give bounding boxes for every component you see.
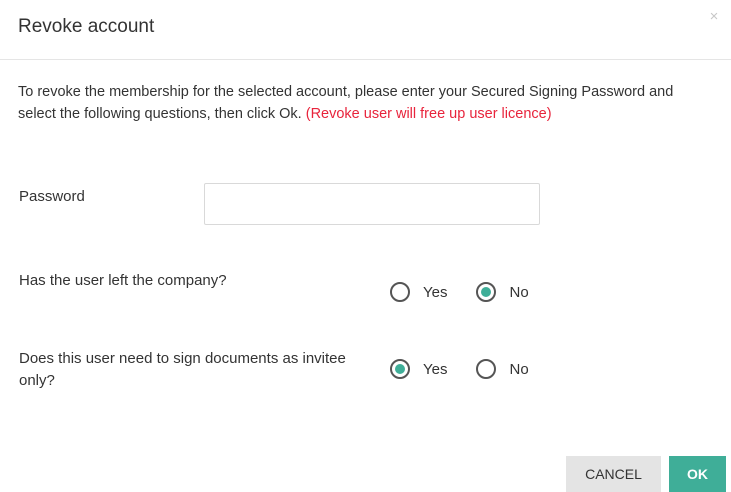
radio-checked-icon[interactable] [390,359,410,379]
question-invitee-only: Does this user need to sign documents as… [19,350,346,389]
question-left-company: Has the user left the company? [19,272,227,289]
password-input[interactable] [204,183,540,225]
radio-checked-icon[interactable] [476,282,497,302]
cancel-button[interactable]: CANCEL [566,456,661,492]
dialog-header: Revoke account × [0,0,731,60]
left-company-yes-label: Yes [423,283,448,301]
left-company-no-option[interactable]: No [476,282,529,302]
invitee-only-yes-label: Yes [423,360,448,378]
radio-unchecked-icon[interactable] [390,282,410,302]
ok-button[interactable]: OK [669,456,726,492]
invitee-only-radio-group: Yes No [390,359,529,379]
revoke-account-dialog: Revoke account × To revoke the membershi… [0,0,731,492]
licence-warning: (Revoke user will free up user licence) [305,106,552,122]
left-company-no-label: No [509,283,529,301]
password-label: Password [19,188,85,205]
left-company-radio-group: Yes No [390,282,529,302]
radio-unchecked-icon[interactable] [476,359,497,379]
close-icon[interactable]: × [705,8,723,26]
invitee-only-no-option[interactable]: No [476,359,529,379]
left-company-yes-option[interactable]: Yes [390,282,447,302]
invitee-only-no-label: No [509,360,529,378]
invitee-only-yes-option[interactable]: Yes [390,359,447,379]
intro-text: To revoke the membership for the selecte… [18,81,708,125]
dialog-title: Revoke account [18,16,155,37]
